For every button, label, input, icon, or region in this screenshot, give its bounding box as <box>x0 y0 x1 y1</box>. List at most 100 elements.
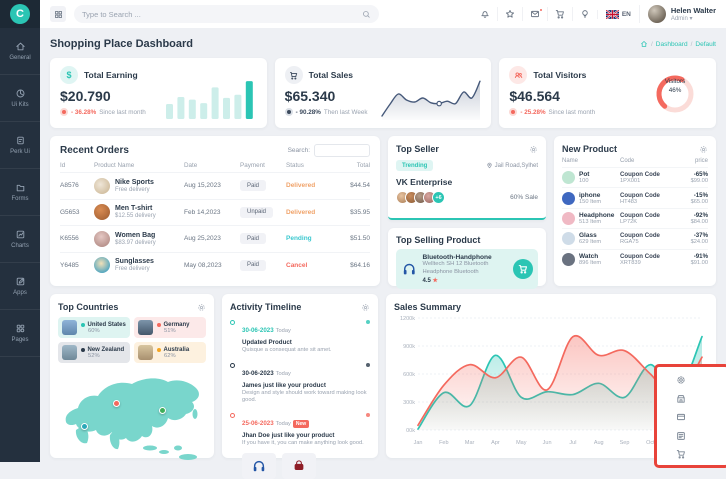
stat-title: Total Sales <box>309 70 353 80</box>
status-badge: Delivered <box>286 209 332 216</box>
gear-icon[interactable] <box>197 303 206 312</box>
shop-icon[interactable] <box>676 394 726 404</box>
legend-dot <box>81 323 85 327</box>
top-countries-card: Top Countries United States 60% Germany … <box>50 294 214 458</box>
apps-grid-button[interactable] <box>50 6 66 22</box>
cart-icon <box>285 66 303 84</box>
table-row[interactable]: K6556 Women Bag$83.97 delivery Aug 25,20… <box>60 225 370 252</box>
sidebar-item-general[interactable]: General <box>0 28 40 75</box>
total-earning-card: $ Total Earning $20.790 - 36.28% Since l… <box>50 58 267 128</box>
user-avatar <box>648 5 666 23</box>
sidebar-item-charts[interactable]: Charts <box>0 216 40 263</box>
product-thumbnail-headphone[interactable] <box>242 453 276 479</box>
cart-icon <box>555 9 565 19</box>
delta-dot-icon <box>60 108 68 116</box>
more-avatars-badge[interactable]: +6 <box>432 191 445 204</box>
cart-button[interactable] <box>547 7 572 21</box>
sidebar-item-apps[interactable]: Apps <box>0 263 40 310</box>
app-logo[interactable]: C <box>0 0 40 28</box>
sidebar-item-forms[interactable]: Forms <box>0 169 40 216</box>
table-row[interactable]: G5653 Men T-shirt$12.55 delivery Feb 14,… <box>60 199 370 226</box>
country-tile[interactable]: New Zealand 52% <box>58 342 130 363</box>
timeline-desc: Design and style should work toward maki… <box>242 390 370 405</box>
country-thumbnail <box>62 345 77 360</box>
timeline-title: Jhan Doe just like your product <box>242 432 370 439</box>
topbar: EN Helen Walter Admin ▾ <box>40 0 726 28</box>
country-tile[interactable]: United States 60% <box>58 317 130 338</box>
settings-gear-icon[interactable] <box>676 375 726 385</box>
gear-icon[interactable] <box>699 145 708 154</box>
map-marker-green[interactable] <box>159 407 166 414</box>
timeline-dot <box>230 320 235 325</box>
timeline-item[interactable]: 30-06-2023Today Updated Product Quisque … <box>230 319 370 355</box>
map-marker-teal[interactable] <box>81 423 88 430</box>
ideas-button[interactable] <box>572 7 597 21</box>
folder-icon <box>15 182 26 193</box>
add-to-cart-button[interactable] <box>513 259 533 279</box>
country-tile[interactable]: Germany 51% <box>134 317 206 338</box>
gear-icon[interactable] <box>361 303 370 312</box>
timeline-desc: If you have it, you can make anything lo… <box>242 440 370 448</box>
stat-note: Since last month <box>99 109 146 116</box>
map-marker-red[interactable] <box>113 400 120 407</box>
notifications-button[interactable] <box>473 7 497 21</box>
breadcrumb-dashboard[interactable]: Dashboard <box>656 41 688 48</box>
breadcrumb-sep: / <box>651 41 653 48</box>
card-title: New Product <box>562 144 617 154</box>
list-item[interactable]: Headphone513 Item Coupon CodeLP72K -92%$… <box>562 208 708 228</box>
user-name: Helen Walter <box>671 6 716 15</box>
product-thumbnail <box>562 192 575 205</box>
headphone-icon <box>252 459 266 473</box>
svg-text:Feb: Feb <box>439 440 448 446</box>
list-item[interactable]: Watch896 Item Coupon CodeXRT839 -91%$91.… <box>562 249 708 269</box>
bulb-icon <box>580 9 590 19</box>
card-title: Top Countries <box>58 302 118 312</box>
svg-text:Jan: Jan <box>414 440 423 446</box>
svg-text:900k: 900k <box>403 344 415 350</box>
star-icon <box>505 9 515 19</box>
table-header: Name Code price <box>562 154 708 167</box>
sidebar-item-ui-kits[interactable]: Ui Kits <box>0 75 40 122</box>
list-item[interactable]: Glass629 Item Coupon CodeRGA75 -37%$24.0… <box>562 228 708 248</box>
sidebar-item-label: Pages <box>11 337 28 343</box>
product-thumbnail-bag[interactable] <box>282 453 316 479</box>
product-thumbnail <box>562 212 575 225</box>
payment-badge: Paid <box>240 260 266 271</box>
sidebar: C General Ui Kits Perk Ui Forms Charts A… <box>0 0 40 462</box>
timeline-item[interactable]: 30-06-2023Today James just like your pro… <box>230 362 370 405</box>
sidebar-item-label: Forms <box>12 196 29 202</box>
cart-icon[interactable] <box>676 449 726 459</box>
messages-button[interactable] <box>522 7 547 21</box>
orders-search-input[interactable] <box>314 144 370 157</box>
customizer-panel <box>654 364 726 468</box>
payment-badge: Paid <box>240 180 266 191</box>
table-row[interactable]: Y6485 SunglassesFree delivery May 08,202… <box>60 252 370 279</box>
language-selector[interactable]: EN <box>597 10 639 19</box>
list-item[interactable]: iphone150 Item Coupon CodeHT483 -15%$65.… <box>562 187 708 207</box>
gear-icon[interactable] <box>529 145 538 154</box>
timeline-item[interactable]: 25-06-2023TodayNew Jhan Doe just like yo… <box>230 412 370 448</box>
widgets-icon[interactable] <box>676 431 726 441</box>
search-icon[interactable] <box>362 10 371 19</box>
list-item[interactable]: Pot100 Coupon Code1PX001 -65%$99.00 <box>562 167 708 187</box>
table-row[interactable]: A8576 Nike SportsFree delivery Aug 15,20… <box>60 172 370 199</box>
breadcrumb-current[interactable]: Default <box>695 41 716 48</box>
product-thumbnail <box>562 253 575 266</box>
sidebar-item-perk-ui[interactable]: Perk Ui <box>0 122 40 169</box>
country-thumbnail <box>138 345 153 360</box>
svg-text:Aug: Aug <box>594 440 604 446</box>
country-tile[interactable]: Australia 62% <box>134 342 206 363</box>
svg-text:300k: 300k <box>403 400 415 406</box>
wallet-card-icon[interactable] <box>676 412 726 422</box>
user-menu[interactable]: Helen Walter Admin ▾ <box>639 5 716 23</box>
card-title: Top Selling Product <box>396 235 538 245</box>
gauge-label: Visitors 46% <box>648 78 702 96</box>
search-input[interactable] <box>82 10 332 19</box>
home-icon[interactable] <box>640 40 648 48</box>
svg-text:Sep: Sep <box>620 440 630 446</box>
users-icon <box>509 66 527 84</box>
svg-text:Jul: Jul <box>569 440 576 446</box>
sidebar-item-pages[interactable]: Pages <box>0 310 40 357</box>
stat-title: Total Visitors <box>533 70 586 80</box>
favorites-button[interactable] <box>497 7 522 21</box>
